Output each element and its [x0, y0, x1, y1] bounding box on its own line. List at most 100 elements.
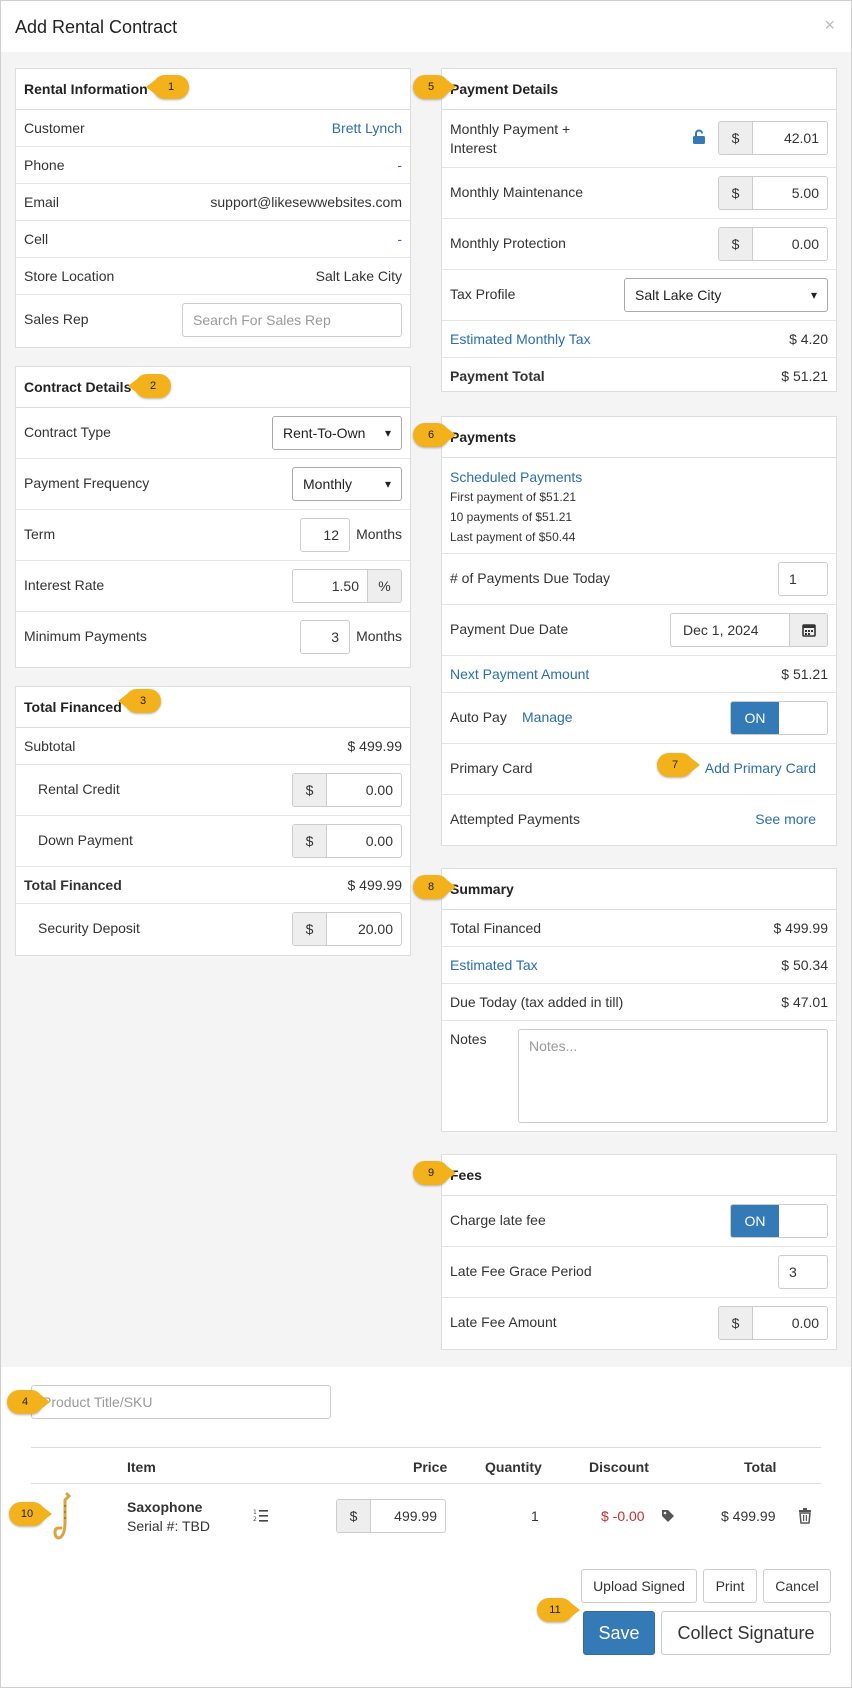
minimum-payments-label: Minimum Payments	[24, 628, 147, 644]
interest-rate-input[interactable]: 1.50 %	[292, 569, 402, 603]
term-input[interactable]: 12	[300, 518, 350, 552]
estimated-monthly-tax-link[interactable]: Estimated Monthly Tax	[450, 331, 591, 347]
auto-pay-label: Auto Pay	[450, 709, 507, 725]
monthly-protection-input[interactable]: $ 0.00	[718, 227, 828, 261]
monthly-maintenance-input[interactable]: $ 5.00	[718, 176, 828, 210]
down-payment-value: 0.00	[365, 833, 393, 849]
payments-due-today-label: # of Payments Due Today	[450, 570, 611, 586]
notes-label: Notes	[450, 1031, 487, 1047]
tag-icon[interactable]	[661, 1509, 675, 1526]
trash-icon[interactable]	[798, 1508, 812, 1527]
minimum-payments-input[interactable]: 3	[300, 620, 350, 654]
unlock-icon[interactable]	[692, 129, 706, 148]
chevron-down-icon: ▾	[384, 477, 391, 491]
total-financed-value: $ 499.99	[347, 877, 403, 893]
list-icon[interactable]: 12	[253, 1507, 269, 1526]
tax-profile-value: Salt Lake City	[635, 287, 722, 303]
rental-credit-input[interactable]: $ 0.00	[292, 773, 402, 807]
dollar-addon: $	[337, 1500, 371, 1532]
scheduled-payments-link[interactable]: Scheduled Payments	[450, 467, 582, 487]
contract-type-select[interactable]: Rent-To-Own ▾	[272, 416, 402, 450]
auto-pay-manage-link[interactable]: Manage	[522, 709, 573, 725]
grace-period-row: Late Fee Grace Period 3	[442, 1247, 836, 1298]
monthly-protection-row: Monthly Protection $ 0.00	[442, 219, 836, 270]
modal: Add Rental Contract × Rental Information…	[0, 0, 852, 1688]
customer-row: Customer Brett Lynch	[16, 110, 410, 147]
collect-signature-button[interactable]: Collect Signature	[661, 1611, 831, 1655]
security-deposit-input[interactable]: $ 20.00	[292, 912, 402, 946]
contract-type-label: Contract Type	[24, 424, 111, 440]
svg-text:2: 2	[253, 1516, 257, 1523]
subtotal-value: $ 499.99	[347, 738, 403, 754]
charge-late-fee-toggle[interactable]: ON	[730, 1204, 828, 1238]
summary-financed-row: Total Financed $ 499.99	[442, 910, 836, 947]
next-payment-row: Next Payment Amount $ 51.21	[442, 656, 836, 693]
late-fee-amount-value: 0.00	[791, 1315, 819, 1331]
panel-title: Payment Details	[442, 69, 836, 110]
monthly-payment-input[interactable]: $ 42.01	[718, 121, 828, 155]
dollar-addon: $	[719, 177, 753, 209]
interest-rate-label: Interest Rate	[24, 577, 105, 593]
panel-title: Payments	[442, 417, 836, 458]
summary-financed-label: Total Financed	[450, 920, 542, 936]
estimated-tax-link[interactable]: Estimated Tax	[450, 957, 538, 973]
store-value: Salt Lake City	[315, 268, 402, 284]
upload-signed-button[interactable]: Upload Signed	[581, 1569, 697, 1603]
customer-label: Customer	[24, 120, 85, 136]
save-button[interactable]: Save	[583, 1611, 655, 1655]
print-button[interactable]: Print	[703, 1569, 757, 1603]
tax-profile-label: Tax Profile	[450, 286, 516, 302]
item-price-input[interactable]: $ 499.99	[336, 1499, 446, 1533]
due-today-row: Due Today (tax added in till) $ 47.01	[442, 984, 836, 1021]
cell-value[interactable]: -	[397, 231, 402, 247]
total-financed-label: Total Financed	[24, 877, 122, 893]
next-payment-link[interactable]: Next Payment Amount	[450, 666, 589, 682]
dollar-addon: $	[293, 774, 327, 806]
add-primary-card-link[interactable]: Add Primary Card	[705, 760, 816, 776]
payment-total-label: Payment Total	[450, 368, 545, 384]
see-more-link[interactable]: See more	[755, 811, 816, 827]
payments-due-today-row: # of Payments Due Today 1	[442, 554, 836, 605]
chevron-down-icon: ▾	[810, 288, 817, 302]
contract-type-value: Rent-To-Own	[283, 425, 366, 441]
product-search-input[interactable]: Product Title/SKU	[31, 1385, 331, 1419]
chevron-down-icon: ▾	[384, 426, 391, 440]
payment-details-panel: Payment Details Monthly Payment + Interes…	[441, 68, 837, 392]
dollar-addon: $	[719, 1307, 753, 1339]
column-price: Price	[413, 1459, 448, 1475]
payment-due-date-input[interactable]: Dec 1, 2024	[670, 613, 828, 647]
store-label: Store Location	[24, 268, 115, 284]
column-discount: Discount	[589, 1459, 649, 1475]
percent-addon: %	[367, 570, 401, 602]
product-table: Item Price Quantity Discount Total Saxop…	[31, 1447, 821, 1549]
dollar-addon: $	[719, 122, 753, 154]
payment-frequency-select[interactable]: Monthly ▾	[292, 467, 402, 501]
close-icon[interactable]: ×	[824, 15, 835, 36]
grace-period-input[interactable]: 3	[778, 1255, 828, 1289]
tax-profile-select[interactable]: Salt Lake City ▾	[624, 278, 828, 312]
payments-due-today-input[interactable]: 1	[778, 562, 828, 596]
customer-link[interactable]: Brett Lynch	[332, 120, 402, 136]
late-fee-amount-input[interactable]: $ 0.00	[718, 1306, 828, 1340]
phone-label: Phone	[24, 157, 65, 173]
calendar-icon[interactable]	[789, 614, 827, 646]
badge-6: 6	[413, 423, 456, 447]
next-payment-value: $ 51.21	[781, 666, 828, 682]
sales-rep-search-input[interactable]: Search For Sales Rep	[182, 303, 402, 337]
sales-rep-row: Sales Rep Search For Sales Rep	[16, 295, 410, 344]
notes-textarea[interactable]: Notes...	[518, 1029, 828, 1123]
term-unit: Months	[356, 526, 402, 542]
term-label: Term	[24, 526, 56, 542]
primary-card-row: Primary Card Add Primary Card	[442, 744, 836, 795]
email-row: Email support@likesewwebsites.com	[16, 184, 410, 221]
badge-5: 5	[413, 75, 456, 99]
cancel-button[interactable]: Cancel	[763, 1569, 831, 1603]
auto-pay-toggle[interactable]: ON	[730, 701, 828, 735]
sales-rep-label: Sales Rep	[24, 311, 89, 327]
saxophone-image	[53, 1492, 77, 1545]
down-payment-input[interactable]: $ 0.00	[292, 824, 402, 858]
down-payment-row: Down Payment $ 0.00	[16, 816, 410, 867]
phone-value[interactable]: -	[397, 157, 402, 173]
attempted-payments-row: Attempted Payments See more	[442, 795, 836, 846]
fees-panel: Fees Charge late fee ON Late Fee Grace P…	[441, 1154, 837, 1350]
